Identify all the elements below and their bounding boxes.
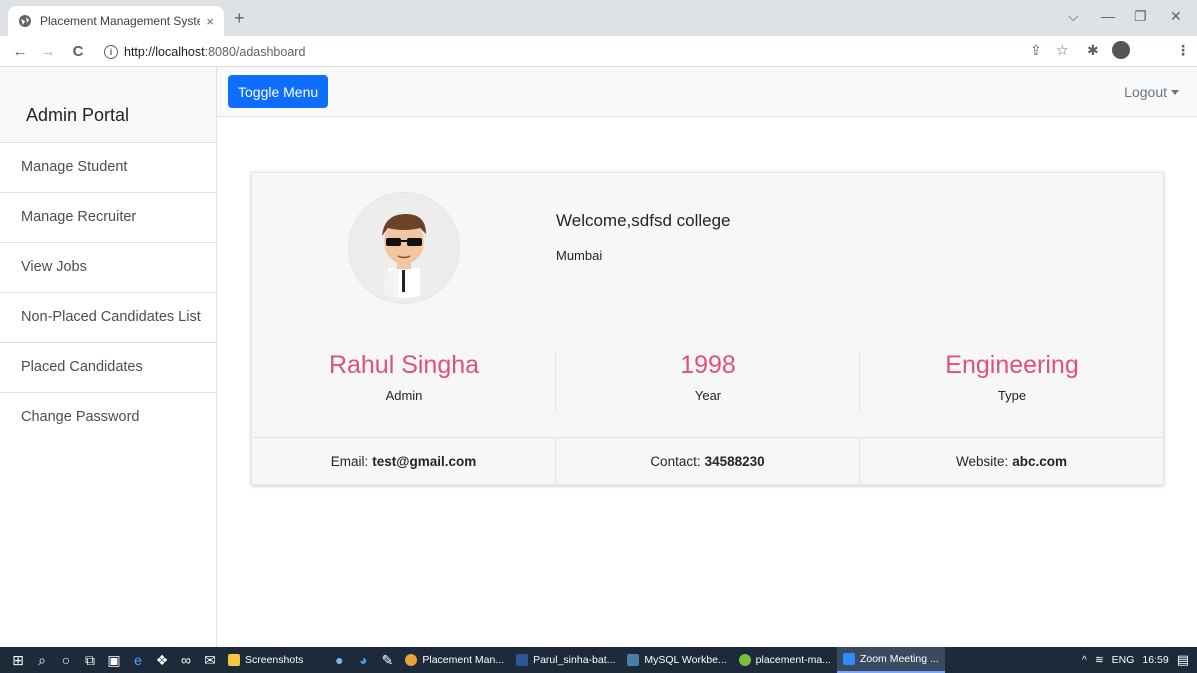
notification-icon[interactable]: ▤ [1177,652,1189,668]
back-arrow-icon[interactable]: ← [8,43,32,60]
avatar [349,193,459,303]
address-bar[interactable]: i http://localhost:8080/adashboard [104,40,994,63]
admin-avatar-illustration [382,214,426,298]
sidebar: Admin Portal Manage Student Manage Recru… [0,67,217,647]
sidebar-item-manage-recruiter[interactable]: Manage Recruiter [0,193,216,243]
contact-row: Email: test@gmail.com Contact: 34588230 … [252,437,1163,485]
share-icon[interactable]: ⇪ [1030,42,1042,59]
website-label: Website: [955,454,1009,469]
taskbar-app-label: Zoom Meeting ... [859,653,939,665]
profile-avatar-icon[interactable] [1112,41,1130,59]
chrome-small-icon[interactable]: ● [327,652,351,668]
taskbar-app-label: Placement Man... [422,654,505,666]
extensions-icon[interactable]: ✱ [1087,42,1099,59]
tab-title: Placement Management System [40,14,201,28]
forward-arrow-icon[interactable]: → [36,43,60,60]
browser-menu-icon[interactable]: ⋮ [1176,42,1190,59]
email-cell: Email: test@gmail.com [252,438,556,485]
taskbar-app-label: Parul_sinha-bat... [533,654,616,666]
close-window-button[interactable]: ✕ [1170,8,1182,25]
stat-value: Engineering [945,351,1079,379]
email-value: test@gmail.com [372,454,477,469]
cortana-icon[interactable]: ○ [54,652,78,668]
new-tab-button[interactable]: + [234,8,245,28]
task-view-icon[interactable]: ⧉ [78,652,102,669]
store-icon[interactable]: ▣ [102,652,126,669]
taskbar-app-zoom[interactable]: Zoom Meeting ... [836,647,945,673]
taskbar-app-screenshots[interactable]: Screenshots [222,647,309,673]
profile-card: Welcome,sdfsd college Mumbai Rahul Singh… [251,172,1164,485]
language-indicator[interactable]: ENG [1112,654,1135,666]
website-cell: Website: abc.com [860,438,1163,485]
taskbar-app-label: MySQL Workbe... [644,654,727,666]
infinity-icon[interactable]: ∞ [174,652,198,668]
top-navbar: Toggle Menu Logout [217,67,1197,117]
taskbar-app-label: Screenshots [245,654,304,666]
edge-icon[interactable]: e [126,652,150,668]
taskbar-app-chrome[interactable]: Placement Man... [399,647,510,673]
maximize-button[interactable]: ❐ [1134,8,1147,25]
caret-down-icon [1171,89,1179,95]
sidebar-item-view-jobs[interactable]: View Jobs [0,243,216,293]
stat-value: Rahul Singha [328,351,480,379]
zoom-icon [842,653,855,665]
browser-tab[interactable]: Placement Management System × [8,6,224,36]
clock[interactable]: 16:59 [1142,654,1168,666]
chrome-icon [405,654,418,666]
reload-icon[interactable]: C [66,43,90,60]
tray-chevron-icon[interactable]: ^ [1082,654,1087,666]
college-city: Mumbai [556,248,603,263]
taskbar-app-label: placement-ma... [755,654,831,666]
sidebar-item-non-placed-candidates[interactable]: Non-Placed Candidates List [0,293,216,343]
stat-label: Type [997,388,1027,403]
sidebar-item-placed-candidates[interactable]: Placed Candidates [0,343,216,393]
logout-dropdown[interactable]: Logout [1124,84,1179,100]
mail-icon[interactable]: ✉ [198,652,222,669]
dropbox-icon[interactable]: ❖ [150,652,174,669]
system-tray: ^ ≋ ENG 16:59 ▤ [1082,647,1189,673]
taskbar-app-word[interactable]: Parul_sinha-bat... [510,647,621,673]
sidebar-title: Admin Portal [0,67,216,143]
stat-type: Engineering Type [860,351,1164,413]
contact-label: Contact: [650,454,701,469]
bookmark-star-icon[interactable]: ☆ [1056,42,1069,59]
taskbar-app-mysql[interactable]: MySQL Workbe... [621,647,732,673]
mysql-icon [627,654,640,666]
globe-icon [19,15,31,27]
minimize-button[interactable]: — [1101,8,1115,24]
email-label: Email: [330,454,369,469]
url-host: http://localhost [124,44,205,59]
contact-value: 34588230 [704,454,765,469]
tab-close-icon[interactable]: × [206,14,214,29]
url-path: :8080/adashboard [204,44,306,59]
browser-tab-bar: Placement Management System × + ⌵ — ❐ ✕ [0,0,1197,36]
folder-icon [228,654,240,666]
notepad-icon[interactable]: ✎ [375,652,399,669]
spring-icon [738,654,751,666]
stat-label: Admin [385,388,423,403]
sidebar-item-change-password[interactable]: Change Password [0,393,216,443]
stat-value: 1998 [680,351,736,379]
sidebar-item-manage-student[interactable]: Manage Student [0,143,216,193]
browser-toolbar: ← → C i http://localhost:8080/adashboard… [0,36,1197,67]
wifi-icon[interactable]: ≋ [1095,654,1104,666]
tab-search-icon[interactable]: ⌵ [1068,8,1079,25]
windows-start-icon[interactable]: ⊞ [6,652,30,669]
word-icon [516,654,529,666]
os-taskbar: ⊞ ⌕ ○ ⧉ ▣ e ❖ ∞ ✉ Screenshots ● ◕ ✎ Plac… [0,647,1197,673]
logout-label: Logout [1124,84,1167,100]
toggle-menu-button[interactable]: Toggle Menu [228,75,329,108]
stat-label: Year [694,388,722,403]
info-icon[interactable]: i [104,44,118,59]
welcome-heading: Welcome,sdfsd college [556,211,731,230]
website-value: abc.com [1012,454,1068,469]
search-icon[interactable]: ⌕ [30,652,54,669]
edge-chromium-icon[interactable]: ◕ [351,652,375,668]
contact-cell: Contact: 34588230 [556,438,860,485]
taskbar-app-eclipse[interactable]: placement-ma... [733,647,837,673]
stat-year: 1998 Year [556,351,860,413]
stat-admin: Rahul Singha Admin [252,351,556,413]
